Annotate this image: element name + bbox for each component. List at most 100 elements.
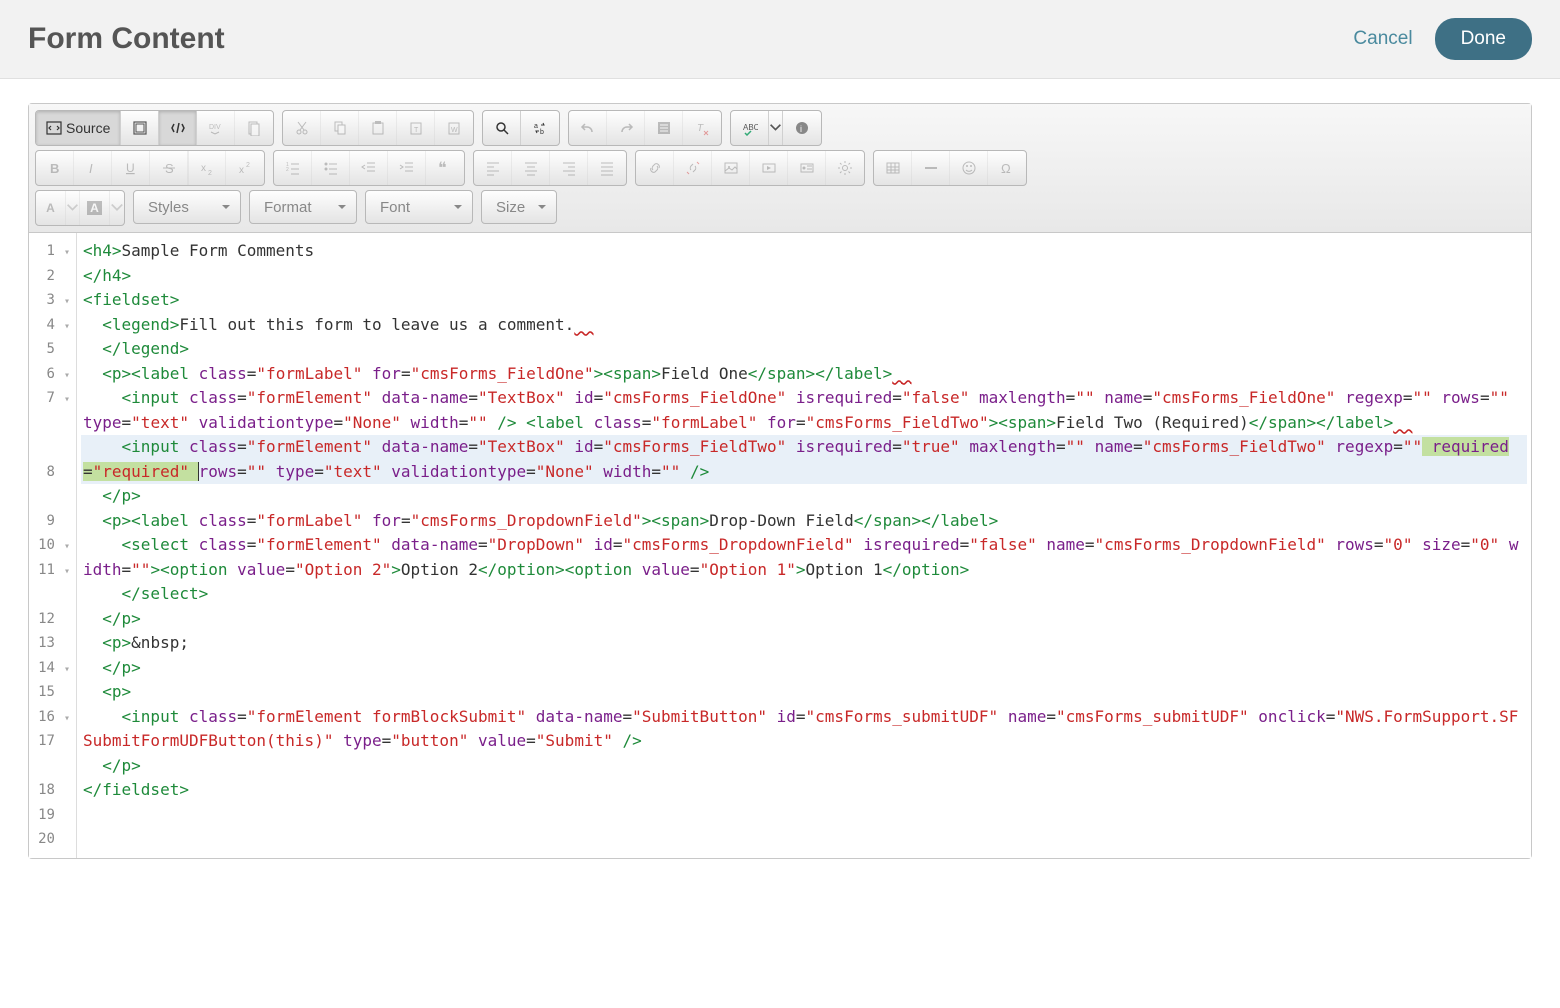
- svg-text:T: T: [697, 123, 704, 134]
- svg-text:❝: ❝: [438, 160, 447, 176]
- unlink-icon: [685, 160, 701, 176]
- blockquote-button: ❝: [426, 151, 464, 185]
- svg-text:x: x: [201, 163, 206, 174]
- special-char-icon: Ω: [999, 160, 1015, 176]
- numbered-list-icon: 12: [285, 160, 301, 176]
- align-center-icon: [523, 160, 539, 176]
- replace-icon: ab: [532, 120, 548, 136]
- text-color-button: A: [36, 191, 66, 225]
- bg-color-button: A: [80, 191, 110, 225]
- bg-color-icon: A: [87, 201, 102, 215]
- outdent-button: [350, 151, 388, 185]
- svg-text:Ω: Ω: [1001, 161, 1011, 176]
- superscript-button: x2: [226, 151, 264, 185]
- paste-icon: [370, 120, 386, 136]
- select-all-icon: [656, 120, 672, 136]
- bulleted-list-icon: [323, 160, 339, 176]
- svg-text:i: i: [800, 124, 802, 134]
- chevron-down-icon: [66, 200, 79, 216]
- source-icon: [46, 120, 62, 136]
- new-page-icon: [246, 120, 262, 136]
- undo-button: [569, 111, 607, 145]
- special-char-button: Ω: [988, 151, 1026, 185]
- cancel-button[interactable]: Cancel: [1353, 28, 1412, 50]
- align-center-button: [512, 151, 550, 185]
- editor-container: Source DIV T W ab T: [28, 103, 1532, 859]
- smiley-button: [950, 151, 988, 185]
- paste-word-button: W: [435, 111, 473, 145]
- subscript-icon: x2: [199, 160, 215, 176]
- format-dropdown: Format: [249, 190, 357, 224]
- div-icon: DIV: [208, 120, 224, 136]
- header-buttons: Cancel Done: [1353, 18, 1532, 60]
- link-icon: [647, 160, 663, 176]
- svg-text:T: T: [414, 127, 419, 134]
- svg-text:2: 2: [286, 167, 289, 173]
- strike-button: S: [150, 151, 188, 185]
- unlink-button: [674, 151, 712, 185]
- source-button[interactable]: Source: [36, 111, 121, 145]
- svg-text:U: U: [126, 161, 135, 175]
- align-right-button: [550, 151, 588, 185]
- undo-icon: [580, 120, 596, 136]
- svg-text:x: x: [239, 165, 244, 176]
- code-editor[interactable]: 1 ▾2 3 ▾4 ▾5 6 ▾7 ▾8 9 10 ▾11 ▾12 13 14 …: [29, 233, 1531, 858]
- size-dropdown: Size: [481, 190, 557, 224]
- italic-button: I: [74, 151, 112, 185]
- paste-text-button: T: [397, 111, 435, 145]
- superscript-icon: x2: [237, 160, 253, 176]
- svg-text:B: B: [50, 161, 59, 176]
- new-page-button: [235, 111, 273, 145]
- code-content[interactable]: <h4>Sample Form Comments</h4><fieldset> …: [77, 233, 1531, 858]
- templates-icon: [132, 120, 148, 136]
- chevron-down-icon: [769, 120, 782, 136]
- text-color-dropdown: [66, 191, 80, 225]
- source-label: Source: [66, 120, 110, 136]
- div-button: DIV: [197, 111, 235, 145]
- show-blocks-icon: [170, 120, 186, 136]
- about-icon: i: [794, 120, 810, 136]
- strike-icon: S: [161, 160, 177, 176]
- image-button: [712, 151, 750, 185]
- svg-text:DIV: DIV: [209, 124, 221, 131]
- align-justify-button: [588, 151, 626, 185]
- show-blocks-button[interactable]: [159, 111, 197, 145]
- spellcheck-button[interactable]: ABC: [731, 111, 769, 145]
- copy-icon: [332, 120, 348, 136]
- gear-icon: [837, 160, 853, 176]
- font-dropdown: Font: [365, 190, 473, 224]
- bold-button: B: [36, 151, 74, 185]
- italic-icon: I: [85, 160, 101, 176]
- table-button: [874, 151, 912, 185]
- modal-header: Form Content Cancel Done: [0, 0, 1560, 79]
- spellcheck-dropdown[interactable]: [769, 111, 783, 145]
- outdent-icon: [361, 160, 377, 176]
- select-all-button: [645, 111, 683, 145]
- bulleted-list-button: [312, 151, 350, 185]
- spellcheck-icon: ABC: [742, 120, 758, 136]
- copy-button: [321, 111, 359, 145]
- remove-format-icon: T: [694, 120, 710, 136]
- indent-button: [388, 151, 426, 185]
- bold-icon: B: [47, 160, 63, 176]
- page-title: Form Content: [28, 22, 225, 56]
- align-left-button: [474, 151, 512, 185]
- done-button[interactable]: Done: [1435, 18, 1532, 60]
- svg-text:b: b: [540, 129, 544, 136]
- templates-button[interactable]: [121, 111, 159, 145]
- about-button[interactable]: i: [783, 111, 821, 145]
- svg-text:I: I: [89, 161, 93, 176]
- svg-text:a: a: [534, 123, 538, 130]
- replace-button[interactable]: ab: [521, 111, 559, 145]
- find-button[interactable]: [483, 111, 521, 145]
- svg-text:W: W: [451, 127, 458, 134]
- paste-word-icon: W: [446, 120, 462, 136]
- paste-button: [359, 111, 397, 145]
- card-icon: [799, 160, 815, 176]
- align-left-icon: [485, 160, 501, 176]
- svg-text:2: 2: [208, 170, 212, 176]
- table-icon: [885, 160, 901, 176]
- find-icon: [494, 120, 510, 136]
- image-icon: [723, 160, 739, 176]
- cut-icon: [294, 120, 310, 136]
